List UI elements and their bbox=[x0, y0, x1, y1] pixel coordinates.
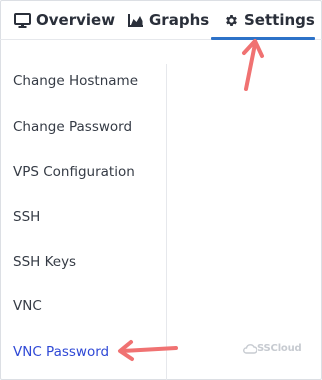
gear-icon bbox=[224, 13, 239, 28]
tab-settings-label: Settings bbox=[244, 11, 315, 29]
menu-item-change-password[interactable]: Change Password bbox=[13, 119, 132, 135]
tab-settings[interactable]: Settings bbox=[224, 0, 315, 40]
menu-item-vnc-password[interactable]: VNC Password bbox=[13, 344, 109, 360]
menu-item-ssh-keys[interactable]: SSH Keys bbox=[13, 254, 76, 270]
menu-item-vnc[interactable]: VNC bbox=[13, 298, 42, 314]
menu-item-vps-configuration[interactable]: VPS Configuration bbox=[13, 164, 135, 180]
annotation-arrow-vnc-password bbox=[118, 340, 178, 361]
cloud-icon bbox=[243, 343, 257, 354]
sidebar-divider bbox=[166, 64, 167, 380]
watermark-logo: SSCloud bbox=[243, 343, 302, 354]
menu-item-ssh[interactable]: SSH bbox=[13, 209, 40, 225]
menu-item-change-hostname[interactable]: Change Hostname bbox=[13, 73, 138, 89]
settings-menu: Change Hostname Change Password VPS Conf… bbox=[13, 0, 163, 380]
watermark-text: SSCloud bbox=[257, 343, 302, 354]
annotation-arrow-settings bbox=[242, 39, 264, 91]
